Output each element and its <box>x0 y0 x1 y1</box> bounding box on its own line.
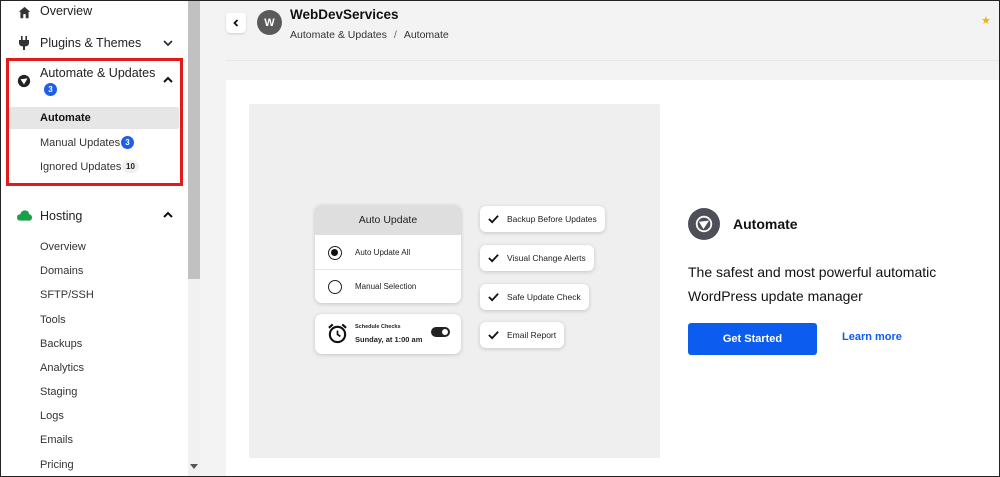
option-label: Manual Selection <box>355 282 417 291</box>
check-label: Backup Before Updates <box>507 214 597 224</box>
check-label: Visual Change Alerts <box>507 253 586 263</box>
check-backup-before-updates: Backup Before Updates <box>480 206 605 232</box>
auto-update-all-option: Auto Update All <box>315 236 461 269</box>
schedule-value: Sunday, at 1:00 am <box>355 335 423 344</box>
sidebar-item-hosting[interactable]: Hosting <box>1 206 188 224</box>
chevron-left-icon <box>233 19 239 27</box>
plug-icon <box>16 35 32 51</box>
radio-selected-icon <box>328 245 342 260</box>
scroll-down-arrow-icon[interactable] <box>190 464 198 469</box>
sidebar-item-label: Hosting <box>40 209 83 223</box>
manual-selection-option: Manual Selection <box>315 270 461 303</box>
cloud-icon <box>16 207 32 223</box>
checkmark-icon <box>488 254 499 263</box>
schedule-checks-panel: Schedule Checks Sunday, at 1:00 am <box>315 314 461 354</box>
breadcrumb-item: Automate <box>403 29 449 41</box>
alarm-clock-icon <box>328 323 347 344</box>
auto-update-panel: Auto Update Auto Update All Manual Selec… <box>315 205 461 303</box>
feature-description: The safest and most powerful automatic W… <box>688 264 937 304</box>
check-email-report: Email Report <box>480 322 565 348</box>
site-name: WebDevServices <box>290 7 399 22</box>
checkmark-icon <box>488 293 499 302</box>
sidebar-subitem-sftp-ssh[interactable]: SFTP/SSH <box>40 289 94 301</box>
chevron-down-icon[interactable] <box>162 37 174 49</box>
header-divider <box>226 60 1000 61</box>
sidebar-subitem-tools[interactable]: Tools <box>40 314 66 326</box>
highlight-box <box>6 58 183 186</box>
sidebar-subitem-staging[interactable]: Staging <box>40 386 77 398</box>
schedule-toggle <box>431 327 450 337</box>
sidebar-item-plugins-themes[interactable]: Plugins & Themes <box>1 34 188 52</box>
sidebar-item-overview[interactable]: Overview <box>1 3 188 21</box>
sidebar-subitem-emails[interactable]: Emails <box>40 434 73 446</box>
auto-update-panel-title: Auto Update <box>315 205 461 235</box>
get-started-button[interactable]: Get Started <box>688 323 817 355</box>
breadcrumb: Automate & Updates / Automate <box>290 29 449 41</box>
sidebar-subitem-backups[interactable]: Backups <box>40 338 82 350</box>
sidebar-subitem-pricing[interactable]: Pricing <box>40 459 74 471</box>
automate-icon <box>688 208 720 240</box>
sidebar-subitem-logs[interactable]: Logs <box>40 410 64 422</box>
chevron-up-icon[interactable] <box>162 209 174 221</box>
schedule-label: Schedule Checks <box>355 324 401 330</box>
scrollbar-thumb[interactable] <box>188 1 200 279</box>
check-label: Safe Update Check <box>507 292 581 302</box>
option-label: Auto Update All <box>355 248 411 257</box>
star-icon[interactable]: ★ <box>981 14 991 27</box>
breadcrumb-item[interactable]: Automate & Updates <box>290 29 387 41</box>
home-icon <box>16 4 32 20</box>
back-button[interactable] <box>226 13 246 33</box>
radio-unselected-icon <box>328 279 342 294</box>
sidebar-subitem-hosting-overview[interactable]: Overview <box>40 241 86 253</box>
sidebar-item-label: Plugins & Themes <box>40 36 142 50</box>
check-safe-update-check: Safe Update Check <box>480 284 589 310</box>
sidebar-subitem-analytics[interactable]: Analytics <box>40 362 84 374</box>
site-avatar: W <box>257 10 282 35</box>
checkmark-icon <box>488 331 499 340</box>
breadcrumb-separator: / <box>393 29 397 41</box>
learn-more-link[interactable]: Learn more <box>842 331 902 343</box>
sidebar-item-label: Overview <box>40 4 93 18</box>
check-label: Email Report <box>507 330 557 340</box>
page-title: Automate <box>733 216 798 232</box>
sidebar-subitem-domains[interactable]: Domains <box>40 265 83 277</box>
check-visual-change-alerts: Visual Change Alerts <box>480 245 594 271</box>
checkmark-icon <box>488 215 499 224</box>
